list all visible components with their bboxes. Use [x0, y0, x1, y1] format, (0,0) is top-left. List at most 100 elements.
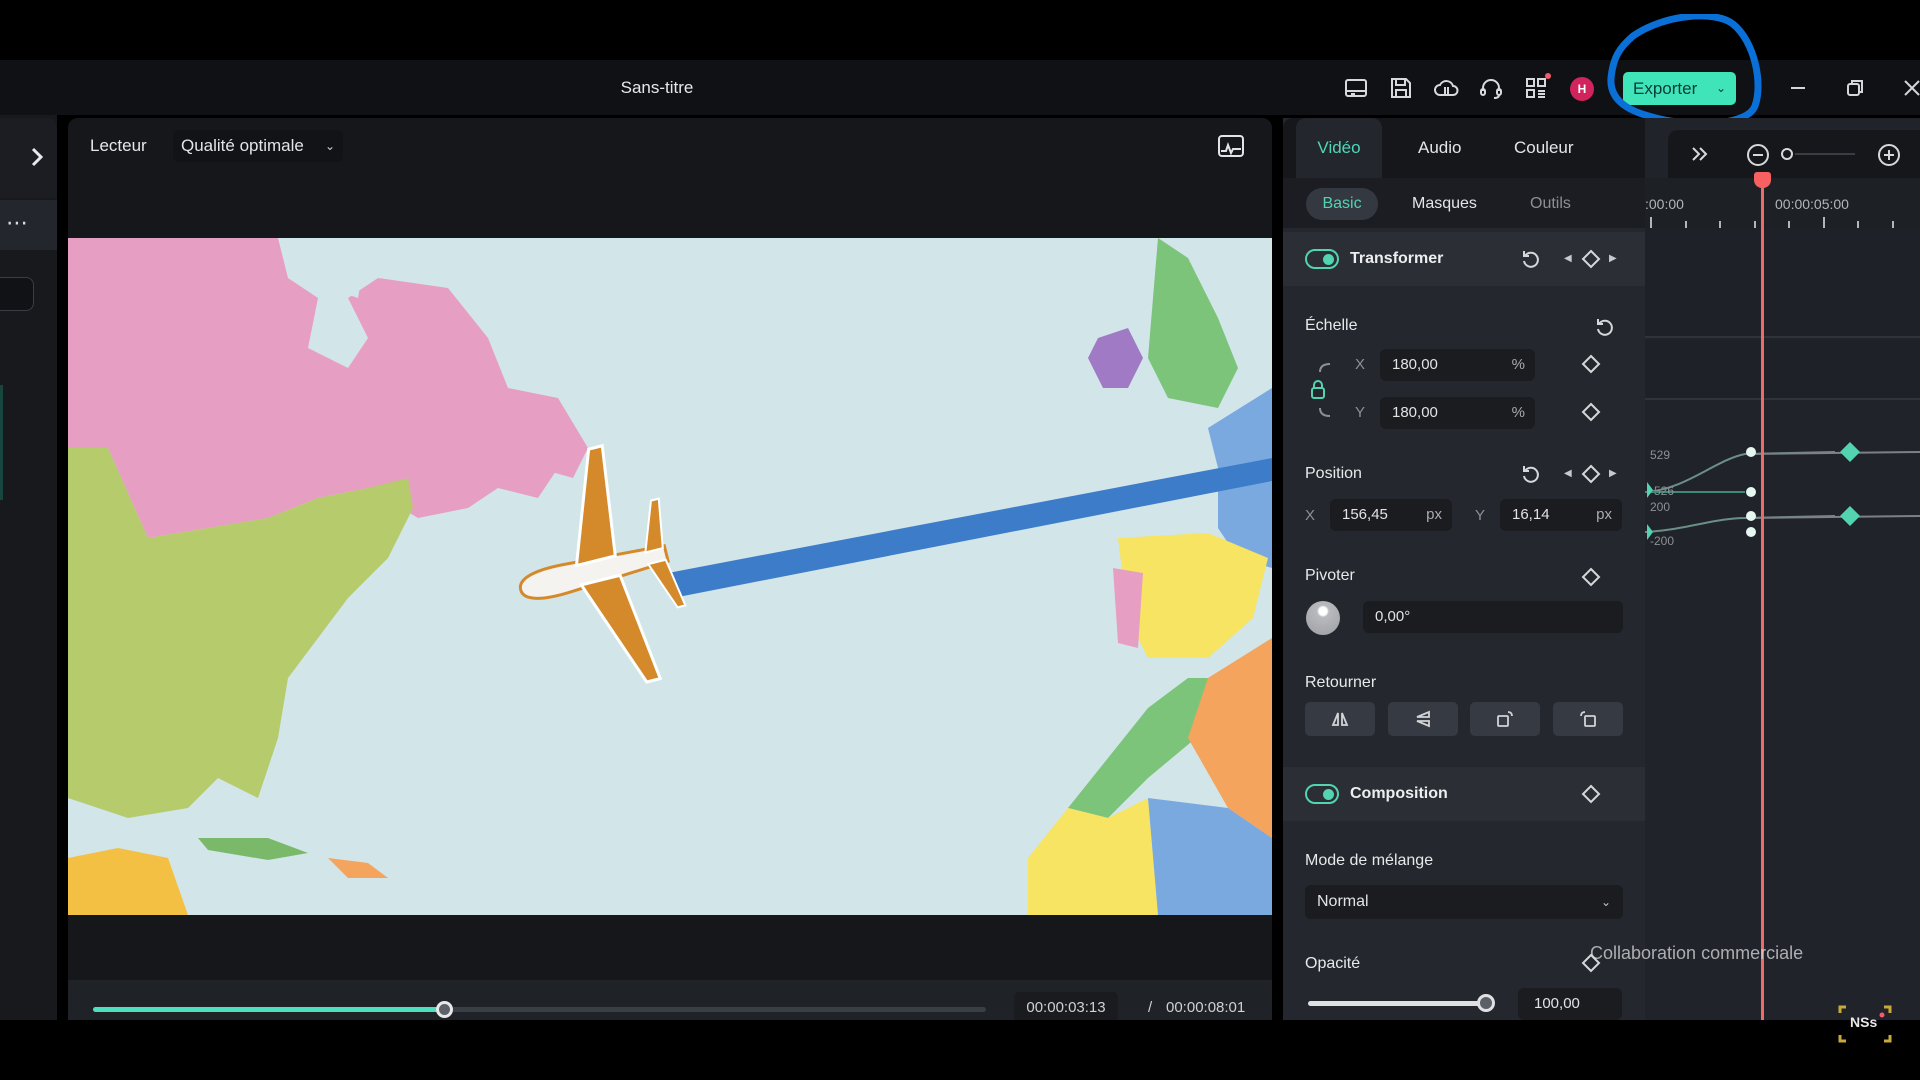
position-keyframe-icon[interactable]: [1581, 464, 1601, 484]
position-y-axis: Y: [1475, 507, 1486, 524]
progress-thumb[interactable]: [435, 1001, 453, 1018]
tab-couleur[interactable]: Couleur: [1514, 118, 1574, 178]
composition-keyframe-icon[interactable]: [1581, 784, 1601, 804]
expand-panel-button[interactable]: [0, 118, 57, 198]
keyframe-dot: [1746, 487, 1756, 497]
avatar[interactable]: H: [1570, 77, 1594, 101]
annotation-circle: [1607, 14, 1762, 127]
more-icon: ⋯: [6, 210, 29, 235]
restore-button[interactable]: [1841, 74, 1869, 102]
flip-vertical-button[interactable]: [1388, 702, 1458, 736]
headset-support-icon[interactable]: [1477, 74, 1505, 102]
zoom-slider-track[interactable]: [1795, 153, 1855, 155]
scale-y-unit: %: [1511, 404, 1525, 421]
zoom-slider-thumb[interactable]: [1781, 148, 1793, 160]
position-y-unit: px: [1596, 506, 1612, 523]
scale-reset-icon[interactable]: [1594, 316, 1616, 338]
player-label: Lecteur: [90, 136, 147, 155]
left-panel: [0, 115, 57, 1020]
ruler-label-start: :00:00: [1645, 196, 1684, 212]
keyframe-curves: [1645, 442, 1920, 540]
scale-y-keyframe-icon[interactable]: [1581, 402, 1601, 422]
scale-x-input[interactable]: 180,00 %: [1380, 349, 1535, 381]
tab-video[interactable]: Vidéo: [1296, 118, 1382, 178]
scale-y-value: 180,00: [1392, 404, 1438, 421]
chevron-right-icon: [31, 147, 44, 167]
curve-label-526: 526: [1654, 484, 1675, 498]
curve-label-neg200: -200: [1650, 534, 1675, 548]
rotate-dial[interactable]: [1306, 601, 1340, 635]
rotate-counterclockwise-button[interactable]: [1553, 702, 1623, 736]
position-x-value: 156,45: [1342, 506, 1388, 523]
channel-badge-text: NSs: [1850, 1014, 1878, 1030]
quality-dropdown[interactable]: Qualité optimale ⌄: [173, 130, 343, 162]
keyframe-icon[interactable]: [1581, 249, 1601, 269]
rotate-value: 0,00°: [1375, 608, 1411, 625]
scale-y-input[interactable]: 180,00 %: [1380, 397, 1535, 429]
position-x-unit: px: [1426, 506, 1442, 523]
collapse-panel-icon[interactable]: [1688, 142, 1712, 166]
position-prev-keyframe-icon[interactable]: ◀: [1564, 468, 1572, 479]
tab-audio[interactable]: Audio: [1418, 118, 1461, 178]
opacity-label: Opacité: [1305, 955, 1361, 972]
minimize-button[interactable]: [1784, 74, 1812, 102]
prev-keyframe-icon[interactable]: ◀: [1564, 253, 1572, 264]
position-label: Position: [1305, 465, 1362, 482]
flip-label: Retourner: [1305, 674, 1377, 691]
playhead-handle[interactable]: [1754, 172, 1771, 188]
snapshot-icon[interactable]: [1217, 133, 1245, 159]
left-panel-accent: [0, 385, 3, 500]
next-keyframe-icon[interactable]: ▶: [1609, 253, 1617, 264]
subtab-basic[interactable]: Basic: [1306, 188, 1378, 220]
position-next-keyframe-icon[interactable]: ▶: [1609, 468, 1617, 479]
reset-icon[interactable]: [1520, 248, 1542, 270]
rotate-clockwise-button[interactable]: [1470, 702, 1540, 736]
close-button[interactable]: [1898, 74, 1920, 102]
blend-mode-dropdown[interactable]: Normal ⌄: [1305, 885, 1623, 919]
playhead[interactable]: [1761, 178, 1764, 1020]
layout-icon[interactable]: [1342, 74, 1370, 102]
video-preview[interactable]: [68, 238, 1272, 915]
zoom-out-icon[interactable]: [1745, 142, 1771, 168]
transform-toggle[interactable]: [1305, 249, 1339, 269]
scale-x-value: 180,00: [1392, 356, 1438, 373]
rotate-clockwise-icon: [1497, 711, 1513, 727]
opacity-input[interactable]: 100,00: [1518, 988, 1622, 1020]
scale-x-keyframe-icon[interactable]: [1581, 354, 1601, 374]
position-x-input[interactable]: 156,45 px: [1330, 499, 1452, 531]
window-title: Sans-titre: [620, 78, 694, 97]
opacity-slider-track[interactable]: [1308, 1001, 1486, 1006]
rotate-keyframe-icon[interactable]: [1581, 567, 1601, 587]
flip-vertical-icon: [1416, 710, 1430, 728]
composition-toggle[interactable]: [1305, 784, 1339, 804]
keyframe-dot: [1746, 511, 1756, 521]
timeline-track-scale: [1645, 340, 1920, 400]
curve-start-marker: [1647, 482, 1653, 498]
timeline-track-transform: [1645, 228, 1920, 338]
save-icon[interactable]: [1387, 74, 1415, 102]
subtab-masques[interactable]: Masques: [1412, 188, 1477, 220]
position-y-input[interactable]: 16,14 px: [1500, 499, 1622, 531]
zoom-in-icon[interactable]: [1876, 142, 1902, 168]
rotate-input[interactable]: 0,00°: [1363, 601, 1623, 633]
progress-fill: [93, 1007, 446, 1012]
notification-dot: [1545, 73, 1551, 79]
position-y-value: 16,14: [1512, 506, 1550, 523]
letterbox-bottom: [0, 1020, 1920, 1080]
aspect-lock-icon[interactable]: [1308, 360, 1338, 420]
blend-mode-value: Normal: [1317, 893, 1369, 910]
sponsored-watermark: Collaboration commerciale: [1590, 943, 1804, 963]
opacity-slider-thumb[interactable]: [1477, 994, 1495, 1012]
keyframe-diamond: [1840, 442, 1860, 462]
rotate-label: Pivoter: [1305, 567, 1355, 584]
subtab-outils[interactable]: Outils: [1530, 188, 1571, 220]
position-reset-icon[interactable]: [1520, 463, 1542, 485]
curve-label-200: 200: [1650, 500, 1671, 514]
cloud-upload-icon[interactable]: [1432, 74, 1460, 102]
left-panel-field[interactable]: [0, 277, 34, 311]
scale-label: Échelle: [1305, 317, 1358, 334]
flip-horizontal-button[interactable]: [1305, 702, 1375, 736]
current-time[interactable]: 00:00:03:13: [1014, 992, 1118, 1022]
composition-title: Composition: [1350, 785, 1448, 802]
more-options-button[interactable]: ⋯: [0, 200, 57, 250]
